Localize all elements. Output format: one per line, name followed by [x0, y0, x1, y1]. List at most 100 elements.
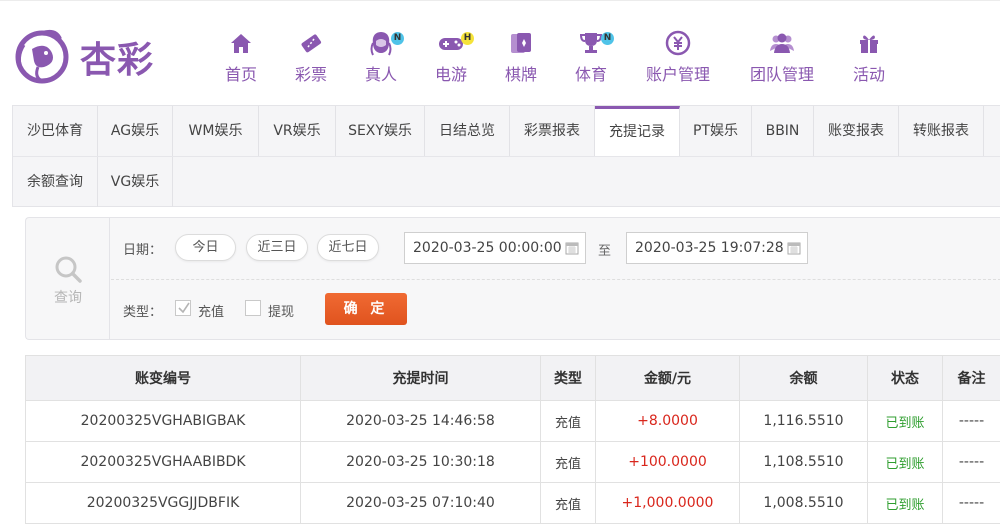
- tab-deposit-withdraw[interactable]: 充提记录: [595, 106, 680, 157]
- tab-pt[interactable]: PT娱乐: [680, 106, 752, 156]
- record-status: 已到账: [867, 441, 943, 483]
- record-balance: 1,108.5510: [739, 441, 868, 483]
- withdraw-checkbox[interactable]: [245, 300, 261, 316]
- column-header: 账变编号: [25, 355, 301, 401]
- filter-panel: 查询 日期： 今日 近三日 近七日 2020-03-25 00:00:00 至 …: [25, 217, 1000, 340]
- record-amount: +1,000.0000: [595, 482, 740, 524]
- record-remark: -----: [942, 482, 1000, 524]
- tab-wm[interactable]: WM娱乐: [173, 106, 259, 156]
- record-type: 充值: [540, 441, 596, 483]
- tab-sexy[interactable]: SEXY娱乐: [336, 106, 425, 156]
- team-icon: [770, 33, 794, 53]
- nav-label: 体育: [574, 65, 607, 84]
- gift-icon: [860, 35, 878, 53]
- nav-promotions[interactable]: 活动: [849, 29, 889, 85]
- start-date-input[interactable]: 2020-03-25 00:00:00: [404, 232, 586, 264]
- search-icon: [55, 256, 82, 283]
- table-row[interactable]: 20200325VGHAABIBDK 2020-03-25 10:30:18 充…: [25, 441, 1000, 483]
- search-label: 查询: [54, 290, 82, 306]
- column-header: 金额/元: [595, 355, 740, 401]
- nav-sports[interactable]: N 体育: [571, 29, 614, 85]
- nav-label: 彩票: [294, 65, 327, 84]
- tab-balance-query[interactable]: 余额查询: [13, 157, 98, 207]
- live-dealer-icon: [370, 32, 392, 56]
- calendar-icon[interactable]: [565, 241, 579, 255]
- brand-name[interactable]: 杏彩: [80, 31, 154, 83]
- range-7days-button[interactable]: 近七日: [317, 234, 379, 261]
- filter-divider: [111, 279, 1000, 280]
- withdraw-checkbox-label[interactable]: 提现: [268, 301, 294, 320]
- nav-lottery[interactable]: 彩票: [291, 29, 331, 85]
- checkmark-icon: [178, 302, 190, 314]
- tab-ag[interactable]: AG娱乐: [98, 106, 173, 156]
- confirm-button[interactable]: 确 定: [325, 293, 407, 325]
- cards-icon: [511, 33, 531, 53]
- home-icon: [231, 34, 251, 53]
- tab-lottery-report[interactable]: 彩票报表: [510, 106, 595, 156]
- nav-label: 账户管理: [645, 65, 710, 84]
- new-badge: N: [601, 32, 614, 45]
- gamepad-icon: [439, 38, 463, 50]
- column-header: 充提时间: [300, 355, 541, 401]
- new-badge: N: [391, 32, 404, 45]
- tab-vg[interactable]: VG娱乐: [98, 157, 173, 207]
- nav-label: 电游: [434, 65, 467, 84]
- column-header: 备注: [942, 355, 1000, 401]
- yuan-coin-icon: [665, 30, 691, 56]
- tab-transfer-report[interactable]: 转账报表: [899, 106, 984, 156]
- record-amount: +100.0000: [595, 441, 740, 483]
- nav-home[interactable]: 首页: [221, 29, 261, 85]
- tab-saba-sports[interactable]: 沙巴体育: [13, 106, 98, 156]
- tab-daily-summary[interactable]: 日结总览: [425, 106, 510, 156]
- tab-account-change-report[interactable]: 账变报表: [814, 106, 899, 156]
- record-id: 20200325VGGJJDBFIK: [25, 482, 301, 524]
- record-remark: -----: [942, 441, 1000, 483]
- record-balance: 1,116.5510: [739, 400, 868, 442]
- record-id: 20200325VGHAABIBDK: [25, 441, 301, 483]
- deposit-checkbox[interactable]: [175, 300, 191, 316]
- nav-label: 棋牌: [504, 65, 537, 84]
- record-amount: +8.0000: [595, 400, 740, 442]
- report-tabs: 沙巴体育 AG娱乐 WM娱乐 VR娱乐 SEXY娱乐 日结总览 彩票报表 充提记…: [12, 105, 1000, 207]
- table-header-row: 账变编号 充提时间 类型 金额/元 余额 状态 备注: [25, 355, 1000, 401]
- tab-vr[interactable]: VR娱乐: [259, 106, 336, 156]
- nav-account[interactable]: 账户管理: [644, 29, 712, 85]
- record-status: 已到账: [867, 400, 943, 442]
- tab-bbin[interactable]: BBIN: [752, 106, 814, 156]
- site-header: 杏彩 首页 彩票 N 真人 H 电游 棋牌 N 体育 账户管理 团队管理 活动: [0, 0, 1000, 105]
- record-time: 2020-03-25 07:10:40: [300, 482, 541, 524]
- brand-emblem-icon: [15, 29, 69, 84]
- calendar-icon[interactable]: [787, 241, 801, 255]
- range-3days-button[interactable]: 近三日: [246, 234, 308, 261]
- nav-label: 真人: [364, 65, 397, 84]
- date-range-separator: 至: [598, 244, 612, 259]
- nav-live[interactable]: N 真人: [361, 29, 404, 85]
- trophy-icon: [579, 33, 603, 53]
- record-remark: -----: [942, 400, 1000, 442]
- record-time: 2020-03-25 10:30:18: [300, 441, 541, 483]
- table-row[interactable]: 20200325VGGJJDBFIK 2020-03-25 07:10:40 充…: [25, 482, 1000, 524]
- date-label: 日期：: [123, 243, 163, 258]
- nav-slots[interactable]: H 电游: [431, 29, 474, 85]
- range-today-button[interactable]: 今日: [175, 234, 236, 261]
- nav-team[interactable]: 团队管理: [748, 29, 816, 85]
- type-label: 类型：: [123, 305, 163, 320]
- column-header: 状态: [867, 355, 943, 401]
- record-type: 充值: [540, 400, 596, 442]
- start-date-value: 2020-03-25 00:00:00: [413, 240, 562, 256]
- nav-label: 团队管理: [749, 65, 814, 84]
- record-time: 2020-03-25 14:46:58: [300, 400, 541, 442]
- end-date-value: 2020-03-25 19:07:28: [635, 240, 784, 256]
- hot-badge: H: [461, 32, 474, 45]
- deposit-checkbox-label[interactable]: 充值: [198, 301, 224, 320]
- record-balance: 1,008.5510: [739, 482, 868, 524]
- nav-label: 首页: [224, 65, 257, 84]
- record-type: 充值: [540, 482, 596, 524]
- column-header: 余额: [739, 355, 868, 401]
- lottery-ticket-icon: [301, 34, 322, 53]
- record-status: 已到账: [867, 482, 943, 524]
- search-area[interactable]: 查询: [26, 218, 110, 339]
- nav-cards[interactable]: 棋牌: [501, 29, 541, 85]
- end-date-input[interactable]: 2020-03-25 19:07:28: [626, 232, 808, 264]
- table-row[interactable]: 20200325VGHABIGBAK 2020-03-25 14:46:58 充…: [25, 400, 1000, 442]
